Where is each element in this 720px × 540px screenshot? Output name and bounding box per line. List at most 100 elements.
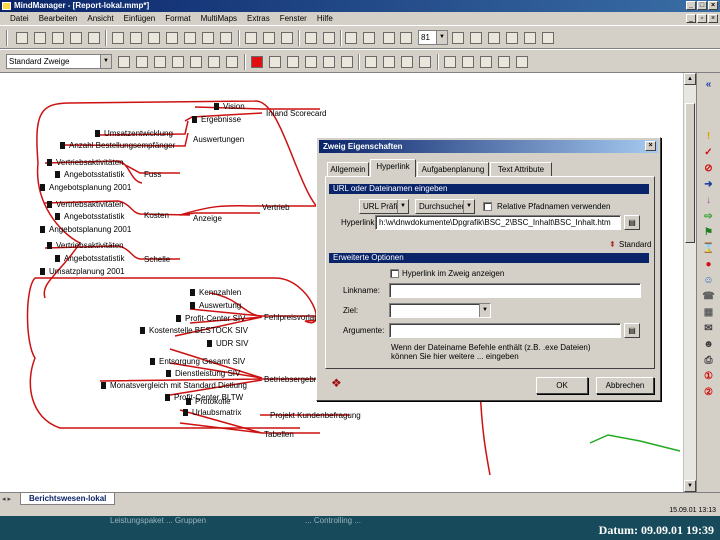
line-style-icon[interactable]	[269, 56, 281, 68]
pointer-icon[interactable]	[444, 56, 456, 68]
node-entsorgung[interactable]: Entsorgung Gesamt SIV	[150, 357, 245, 366]
topic-inland-scorecard[interactable]: Inland Scorecard	[266, 109, 326, 118]
tab-text-attribute[interactable]: Text Attribute	[490, 162, 552, 176]
find-icon[interactable]	[148, 32, 160, 44]
topic-tabellen[interactable]: Tabellen	[264, 430, 294, 439]
doc-restore-button[interactable]: ▫	[697, 14, 707, 23]
ok-button[interactable]: OK	[536, 377, 588, 394]
node-monatsvergleich[interactable]: Monatsvergleich mit Standard Distlung	[101, 381, 247, 390]
forward-arrow-icon[interactable]	[363, 32, 375, 44]
branch-icon[interactable]	[488, 32, 500, 44]
globe-icon[interactable]	[498, 56, 510, 68]
hourglass-icon[interactable]: ⌛	[702, 243, 715, 254]
insert-topic-icon[interactable]	[118, 56, 130, 68]
cut-icon[interactable]	[245, 32, 257, 44]
filter-icon[interactable]	[524, 32, 536, 44]
branch-color-icon[interactable]	[251, 56, 263, 68]
node-anzahl-bestellungsempfaenger[interactable]: Anzahl Bestellungsempfänger	[60, 141, 175, 150]
new-file-icon[interactable]	[16, 32, 28, 44]
sheet-tab-berichtswesen[interactable]: Berichtswesen-lokal	[20, 493, 116, 505]
node-udr-siv[interactable]: UDR SIV	[207, 339, 248, 348]
cancel-button[interactable]: Abbrechen	[596, 377, 654, 394]
arguments-browse-button[interactable]: ▤	[624, 323, 640, 338]
arrow-forward-icon[interactable]: ⇨	[702, 211, 715, 222]
menu-item-extras[interactable]: Extras	[247, 14, 270, 23]
scroll-up-icon[interactable]: ▲	[684, 73, 696, 85]
font-underline-icon[interactable]	[190, 56, 202, 68]
group-icon[interactable]	[506, 32, 518, 44]
branch-style-combo[interactable]: Standard Zweige ▼	[6, 54, 112, 69]
node-ergebnisse[interactable]: Ergebnisse	[192, 115, 241, 124]
open-folder-icon[interactable]	[34, 32, 46, 44]
menu-item-datei[interactable]: Datei	[10, 14, 29, 23]
hyperlink-browse-button[interactable]: ▤	[624, 215, 640, 230]
background-color-icon[interactable]	[226, 56, 238, 68]
hyperlink-icon[interactable]	[220, 32, 232, 44]
map-marker-icon[interactable]	[470, 32, 482, 44]
save-icon[interactable]	[52, 32, 64, 44]
node-dienstleistung[interactable]: Dienstleistung SIV	[166, 369, 240, 378]
node-angebotsstatistik-1[interactable]: Angebotsstatistik	[55, 170, 124, 179]
shape-icon[interactable]	[305, 56, 317, 68]
topic-projekt-kundenbefragung[interactable]: Projekt Kundenbefragung	[270, 411, 361, 420]
back-arrow-icon[interactable]	[345, 32, 357, 44]
menu-item-format[interactable]: Format	[165, 14, 190, 23]
topic-vertrieb[interactable]: Vertrieb	[262, 203, 290, 212]
url-prefix-button[interactable]: URL Präfix ▼	[359, 199, 409, 214]
tab-allgemein[interactable]: Allgemein	[327, 162, 369, 176]
text-icon[interactable]	[516, 56, 528, 68]
show-level-icon[interactable]	[401, 56, 413, 68]
close-button[interactable]: ×	[708, 1, 718, 10]
menu-item-multimaps[interactable]: MultiMaps	[201, 14, 237, 23]
node-protokolle[interactable]: Protokolle	[186, 397, 231, 406]
insert-image-icon[interactable]	[184, 32, 196, 44]
scroll-down-icon[interactable]: ▼	[684, 480, 696, 492]
flag-icon[interactable]: ⚑	[702, 227, 715, 238]
topic-anzeige[interactable]: Anzeige	[193, 214, 222, 223]
notes-icon[interactable]	[202, 32, 214, 44]
pen-icon[interactable]	[462, 56, 474, 68]
node-angebotsstatistik-3[interactable]: Angebotsstatistik	[55, 254, 124, 263]
doc-close-button[interactable]: ×	[708, 14, 718, 23]
node-umsatzentwicklung[interactable]: Umsatzentwicklung	[95, 129, 173, 138]
relative-paths-checkbox[interactable]	[483, 202, 492, 211]
fill-icon[interactable]	[287, 56, 299, 68]
zoom-combo[interactable]: 81 ▼	[418, 30, 448, 45]
browse-dropdown-button[interactable]: Durchsuchen ▼	[415, 199, 475, 214]
print-preview-icon[interactable]	[70, 32, 82, 44]
node-angebotsstatistik-2[interactable]: Angebotsstatistik	[55, 212, 124, 221]
pin-icon[interactable]	[542, 32, 554, 44]
calendar-icon[interactable]: ▦	[702, 307, 715, 318]
redo-icon[interactable]	[323, 32, 335, 44]
envelope-icon[interactable]: ✉	[702, 323, 715, 334]
arrow-right-icon[interactable]: ➜	[702, 179, 715, 190]
node-vertriebsaktivitaeten-1[interactable]: Vertriebsaktivitäten	[47, 158, 124, 167]
arguments-input[interactable]	[389, 323, 621, 338]
focus-icon[interactable]	[419, 56, 431, 68]
menu-item-ansicht[interactable]: Ansicht	[87, 14, 113, 23]
sheet-nav-arrows-icon[interactable]: ◂ ▸	[2, 495, 11, 503]
tab-hyperlink[interactable]: Hyperlink	[370, 159, 416, 177]
spellcheck-icon[interactable]	[130, 32, 142, 44]
select-icon[interactable]	[452, 32, 464, 44]
replace-icon[interactable]	[166, 32, 178, 44]
zoom-out-icon[interactable]	[400, 32, 412, 44]
lightbulb-icon[interactable]: !	[702, 131, 715, 142]
node-urlaubsmatrix[interactable]: Urlaubsmatrix	[183, 408, 241, 417]
menu-item-bearbeiten[interactable]: Bearbeiten	[39, 14, 78, 23]
maximize-button[interactable]: □	[697, 1, 707, 10]
node-kennzahlen[interactable]: Kennzahlen	[190, 288, 241, 297]
topic-kosten[interactable]: Kosten	[144, 211, 169, 220]
chevron-down-icon[interactable]: ▼	[436, 31, 447, 44]
arrow-down-icon[interactable]: ↓	[702, 195, 715, 206]
hyperlink-input[interactable]: h:\w\dnwdokumente\Dpgrafik\BSC_2\BSC_Inh…	[375, 215, 621, 230]
menu-item-einfuegen[interactable]: Einfügen	[124, 14, 156, 23]
node-kostenstelle[interactable]: Kostenstelle BESTOCK SIV	[140, 326, 248, 335]
dialog-close-button[interactable]: ×	[645, 141, 656, 151]
node-vertriebsaktivitaeten-2[interactable]: Vertriebsaktivitäten	[47, 200, 124, 209]
node-angebotsplanung-2[interactable]: Angebotsplanung 2001	[40, 225, 131, 234]
undo-icon[interactable]	[305, 32, 317, 44]
number-2-icon[interactable]: ②	[702, 387, 715, 398]
printer-icon[interactable]: ⎙	[702, 355, 715, 366]
vertical-scrollbar[interactable]: ▲ ▼	[683, 73, 696, 492]
